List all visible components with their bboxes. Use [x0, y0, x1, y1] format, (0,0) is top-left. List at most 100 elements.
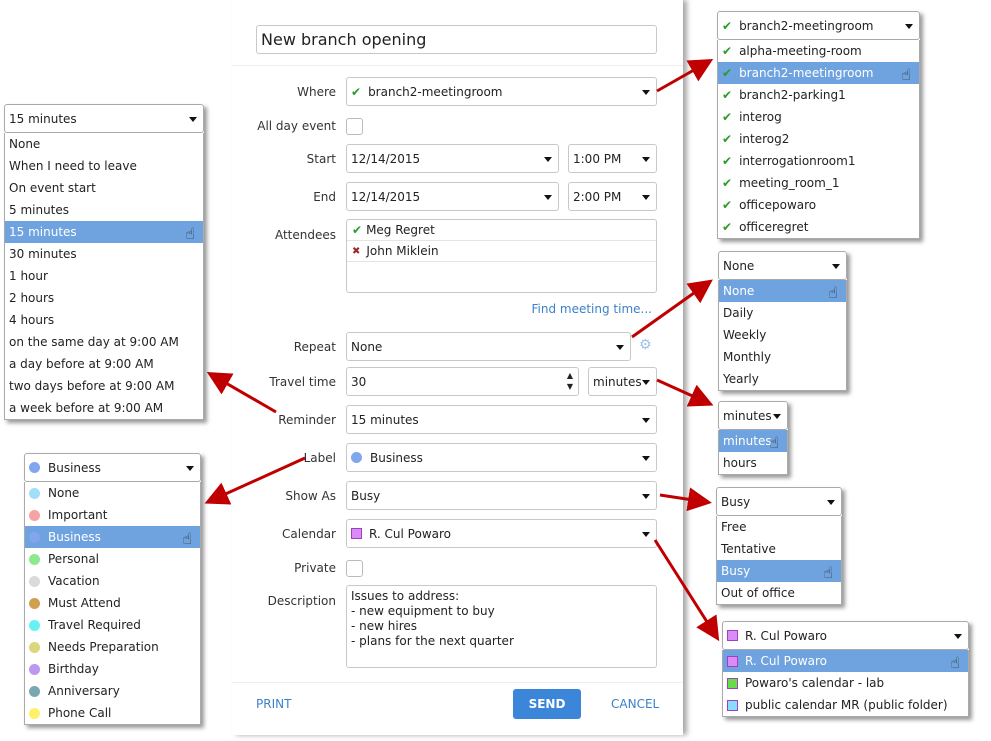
- dropdown-option[interactable]: ✔ alpha-meeting-room: [718, 40, 919, 62]
- color-dot-icon: [29, 641, 40, 653]
- dropdown-option[interactable]: Important: [25, 504, 200, 526]
- dropdown-option[interactable]: 2 hours: [5, 287, 203, 309]
- dropdown-option[interactable]: hours: [719, 452, 787, 474]
- hand-cursor-icon: ☝: [185, 224, 195, 243]
- dropdown-option[interactable]: Powaro's calendar - lab: [723, 672, 968, 694]
- dropdown-header[interactable]: None: [718, 251, 847, 280]
- check-icon: ✔: [722, 44, 733, 58]
- option-label: Personal: [48, 552, 100, 566]
- dropdown-option[interactable]: Monthly: [719, 346, 846, 368]
- arrow: [204, 456, 306, 505]
- dropdown-header[interactable]: ✔ branch2-meetingroom: [717, 11, 920, 40]
- dropdown-option[interactable]: 1 hour: [5, 265, 203, 287]
- color-dot-icon: [29, 597, 40, 609]
- where-dropdown[interactable]: ✔ branch2-meetingroom ✔ alpha-meeting-room ✔…: [717, 11, 920, 239]
- dropdown-option[interactable]: Weekly: [719, 324, 846, 346]
- dropdown-option[interactable]: When I need to leave: [5, 155, 203, 177]
- dropdown-list[interactable]: minutes ☝ hours: [718, 430, 788, 475]
- arrow: [631, 279, 713, 339]
- dropdown-option[interactable]: Travel Required: [25, 614, 200, 636]
- dropdown-option[interactable]: ✔ officeregret: [718, 216, 919, 238]
- option-label: Must Attend: [48, 596, 121, 610]
- dropdown-option[interactable]: ✔ interrogationroom1: [718, 150, 919, 172]
- label-dropdown[interactable]: Business None Important Business ☝ Personal Va…: [24, 453, 201, 725]
- option-label: Important: [48, 508, 108, 522]
- chevron-down-icon: [954, 634, 962, 639]
- dropdown-option[interactable]: ✔ interog: [718, 106, 919, 128]
- dropdown-option[interactable]: on the same day at 9:00 AM: [5, 331, 203, 353]
- dropdown-option[interactable]: Busy ☝: [717, 560, 841, 582]
- dropdown-option[interactable]: 5 minutes: [5, 199, 203, 221]
- dropdown-list[interactable]: R. Cul Powaro ☝ Powaro's calendar - lab pub…: [722, 650, 969, 717]
- dropdown-option[interactable]: Free: [717, 516, 841, 538]
- dropdown-header[interactable]: R. Cul Powaro: [722, 621, 969, 650]
- dropdown-option[interactable]: ✔ branch2-parking1: [718, 84, 919, 106]
- dropdown-list[interactable]: None When I need to leave On event start 5 …: [4, 133, 204, 420]
- option-label: 15 minutes: [9, 225, 77, 239]
- color-square-icon: [727, 699, 738, 711]
- dropdown-header[interactable]: Business: [24, 453, 201, 482]
- dropdown-option[interactable]: a day before at 9:00 AM: [5, 353, 203, 375]
- dropdown-option[interactable]: Phone Call: [25, 702, 200, 724]
- dropdown-option[interactable]: ✔ branch2-meetingroom ☝: [718, 62, 919, 84]
- dropdown-option[interactable]: On event start: [5, 177, 203, 199]
- color-dot-icon: [29, 663, 40, 675]
- option-label: two days before at 9:00 AM: [9, 379, 175, 393]
- travel-unit-dropdown[interactable]: minutes minutes ☝ hours: [718, 401, 788, 475]
- dropdown-option[interactable]: Must Attend: [25, 592, 200, 614]
- dropdown-option[interactable]: Business ☝: [25, 526, 200, 548]
- dropdown-option[interactable]: None: [5, 133, 203, 155]
- option-label: Daily: [723, 306, 754, 320]
- dropdown-option[interactable]: Yearly: [719, 368, 846, 390]
- dropdown-option[interactable]: 15 minutes ☝: [5, 221, 203, 243]
- hand-cursor-icon: ☝: [950, 653, 960, 672]
- dropdown-list[interactable]: None Important Business ☝ Personal Vacation Mu…: [24, 482, 201, 725]
- hand-cursor-icon: ☝: [901, 65, 911, 84]
- dropdown-option[interactable]: Anniversary: [25, 680, 200, 702]
- dropdown-option[interactable]: 4 hours: [5, 309, 203, 331]
- dropdown-option[interactable]: public calendar MR (public folder): [723, 694, 968, 716]
- color-dot-icon: [29, 462, 40, 473]
- chevron-down-icon: [827, 500, 835, 505]
- dropdown-header[interactable]: Busy: [716, 487, 842, 516]
- dropdown-option[interactable]: ✔ meeting_room_1: [718, 172, 919, 194]
- showas-dropdown[interactable]: Busy Free Tentative Busy ☝ Out of office: [716, 487, 842, 605]
- dropdown-option[interactable]: 30 minutes: [5, 243, 203, 265]
- reminder-dropdown[interactable]: 15 minutes None When I need to leave On eve…: [4, 104, 204, 420]
- dropdown-list[interactable]: ✔ alpha-meeting-room ✔ branch2-meetingroom ☝…: [717, 40, 920, 239]
- dropdown-option[interactable]: Vacation: [25, 570, 200, 592]
- option-label: Weekly: [723, 328, 767, 342]
- arrow: [653, 539, 720, 642]
- dropdown-option[interactable]: R. Cul Powaro ☝: [723, 650, 968, 672]
- dropdown-option[interactable]: a week before at 9:00 AM: [5, 397, 203, 419]
- dropdown-option[interactable]: ✔ interog2: [718, 128, 919, 150]
- dropdown-option[interactable]: None ☝: [719, 280, 846, 302]
- dropdown-option[interactable]: None: [25, 482, 200, 504]
- dropdown-option[interactable]: two days before at 9:00 AM: [5, 375, 203, 397]
- dropdown-option[interactable]: Personal: [25, 548, 200, 570]
- option-label: Birthday: [48, 662, 99, 676]
- chevron-down-icon: [189, 117, 197, 122]
- dropdown-list[interactable]: Free Tentative Busy ☝ Out of office: [716, 516, 842, 605]
- dropdown-option[interactable]: Daily: [719, 302, 846, 324]
- dropdown-option[interactable]: Needs Preparation: [25, 636, 200, 658]
- option-label: When I need to leave: [9, 159, 137, 173]
- dropdown-option[interactable]: Out of office: [717, 582, 841, 604]
- dropdown-header[interactable]: 15 minutes: [4, 104, 204, 133]
- calendar-dropdown[interactable]: R. Cul Powaro R. Cul Powaro ☝ Powaro's cale…: [722, 621, 969, 717]
- dropdown-list[interactable]: None ☝ Daily Weekly Monthly Yearly: [718, 280, 847, 391]
- option-label: None: [9, 137, 41, 151]
- dropdown-option[interactable]: Tentative: [717, 538, 841, 560]
- hand-cursor-icon: ☝: [182, 529, 192, 548]
- dropdown-option[interactable]: Birthday: [25, 658, 200, 680]
- repeat-dropdown[interactable]: None None ☝ Daily Weekly Monthly Yearly: [718, 251, 847, 391]
- dropdown-header[interactable]: minutes: [718, 401, 788, 430]
- option-label: Phone Call: [48, 706, 112, 720]
- option-label: 5 minutes: [9, 203, 70, 217]
- dropdown-option[interactable]: ✔ officepowaro: [718, 194, 919, 216]
- option-label: Powaro's calendar - lab: [745, 676, 885, 690]
- option-label: 4 hours: [9, 313, 55, 327]
- option-label: None: [723, 284, 755, 298]
- color-dot-icon: [29, 487, 40, 499]
- dropdown-option[interactable]: minutes ☝: [719, 430, 787, 452]
